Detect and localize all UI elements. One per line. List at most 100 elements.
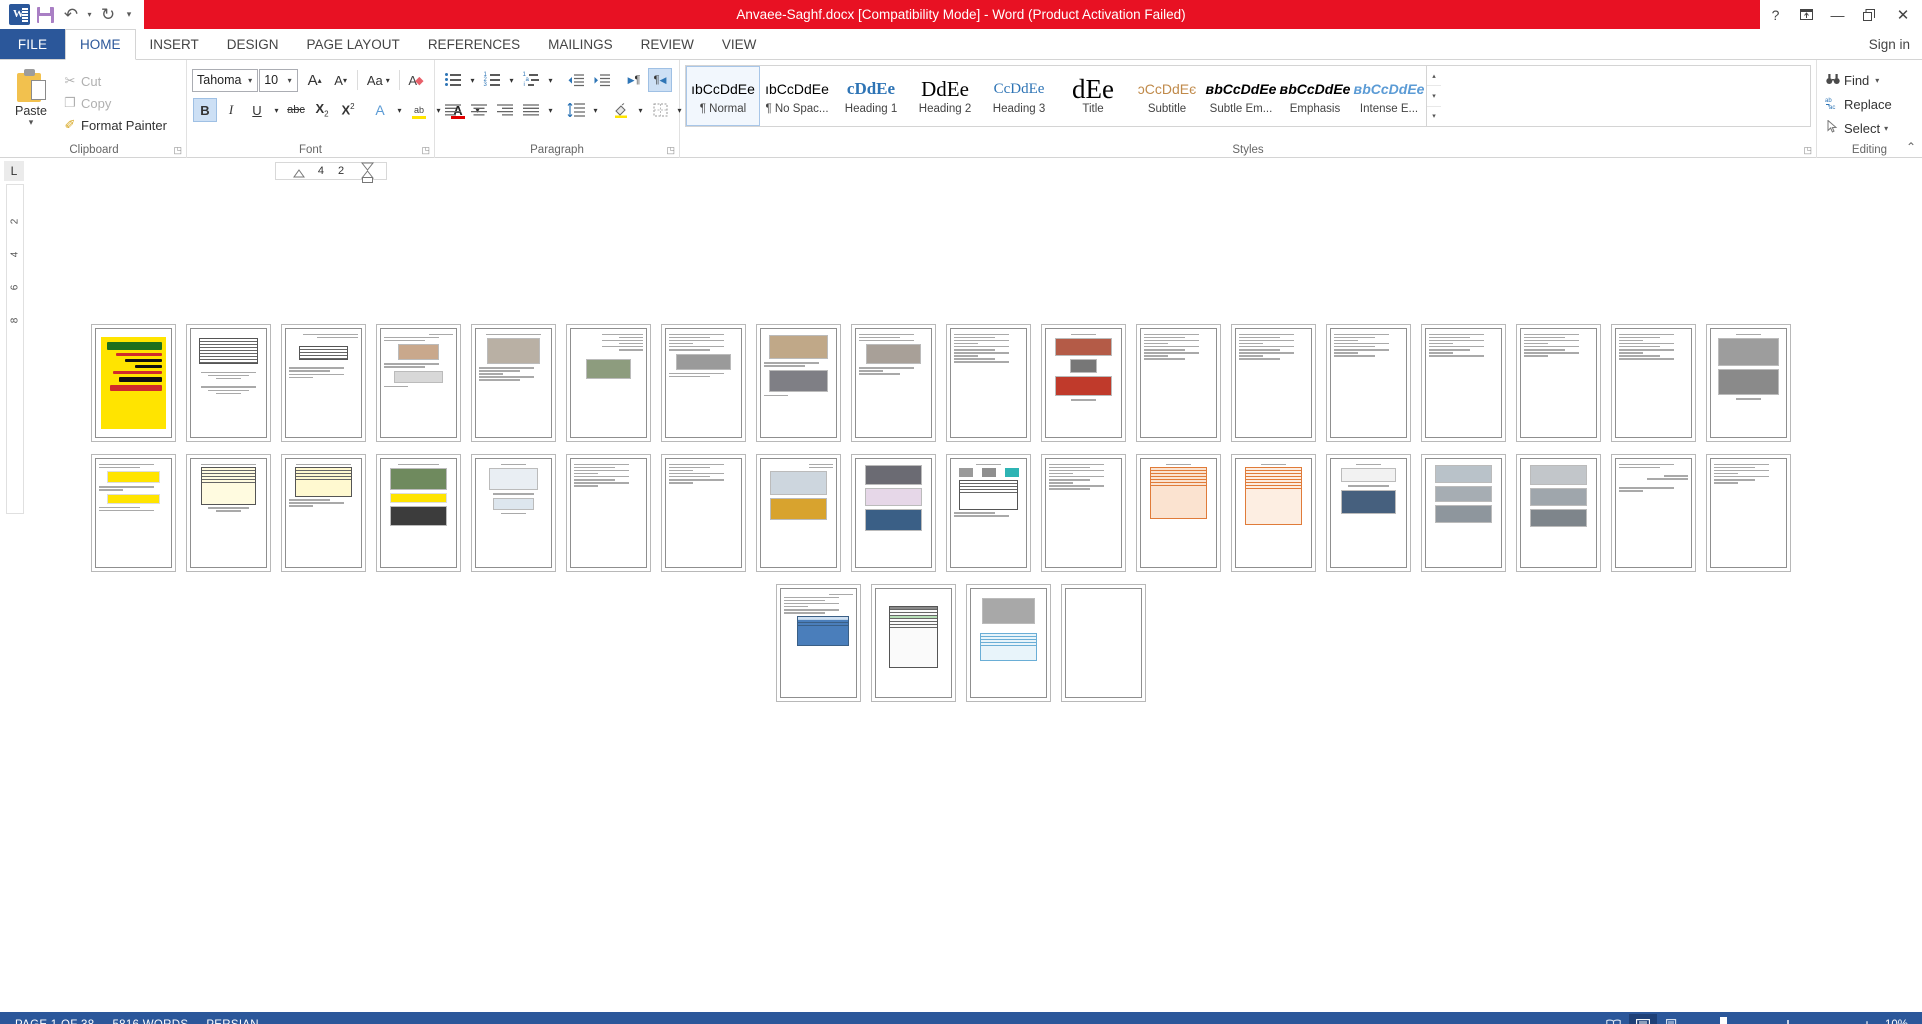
bullets-button[interactable] <box>441 68 465 92</box>
page-thumbnail[interactable] <box>1421 454 1506 572</box>
shading-button[interactable] <box>609 98 633 122</box>
page-thumbnail[interactable] <box>186 324 271 442</box>
align-center-button[interactable] <box>467 98 491 122</box>
zoom-in-button[interactable]: + <box>1858 1017 1876 1024</box>
style-emphasis[interactable]: ʙbCcDdEe Emphasis <box>1278 66 1352 126</box>
page-thumbnail[interactable] <box>1326 324 1411 442</box>
document-canvas[interactable]: 2 4 6 8 <box>0 184 1922 1012</box>
page-thumbnail[interactable] <box>661 324 746 442</box>
page-thumbnail[interactable] <box>1706 454 1791 572</box>
find-caret-icon[interactable]: ▾ <box>1875 76 1879 85</box>
page-thumbnail[interactable] <box>946 324 1031 442</box>
italic-button[interactable]: I <box>219 98 243 122</box>
decrease-indent-button[interactable] <box>564 68 588 92</box>
tab-page-layout[interactable]: PAGE LAYOUT <box>293 29 414 59</box>
left-to-right-button[interactable]: ▶ ¶ <box>622 68 646 92</box>
zoom-percentage[interactable]: 10% <box>1876 1019 1916 1024</box>
restore-icon[interactable] <box>1853 0 1884 29</box>
redo-icon[interactable]: ↻ <box>95 0 121 29</box>
first-line-indent-marker[interactable] <box>292 168 306 182</box>
tab-home[interactable]: HOME <box>65 29 136 60</box>
format-painter-button[interactable]: ✐ Format Painter <box>59 114 173 136</box>
sign-in-link[interactable]: Sign in <box>1869 29 1910 60</box>
numbering-caret-icon[interactable]: ▾ <box>506 68 517 92</box>
minimize-icon[interactable]: — <box>1822 0 1853 29</box>
page-thumbnail[interactable] <box>376 324 461 442</box>
word-app-icon[interactable] <box>6 0 32 29</box>
style-normal[interactable]: ıbCcDdEe ¶ Normal <box>686 66 760 126</box>
styles-more-icon[interactable]: ▾ <box>1427 107 1441 126</box>
page-thumbnail[interactable] <box>91 454 176 572</box>
multilevel-caret-icon[interactable]: ▾ <box>545 68 556 92</box>
text-effects-caret-icon[interactable]: ▾ <box>394 98 405 122</box>
style-heading-1[interactable]: cDdEe Heading 1 <box>834 66 908 126</box>
style-subtitle[interactable]: ɔCcDdEє Subtitle <box>1130 66 1204 126</box>
web-layout-icon[interactable] <box>1659 1014 1687 1024</box>
shading-caret-icon[interactable]: ▾ <box>635 98 646 122</box>
underline-button[interactable]: U <box>245 98 269 122</box>
page-thumbnail[interactable] <box>281 324 366 442</box>
zoom-out-button[interactable]: − <box>1698 1017 1716 1024</box>
page-thumbnail[interactable] <box>1421 324 1506 442</box>
print-layout-icon[interactable] <box>1629 1014 1657 1024</box>
vertical-ruler[interactable]: 2 4 6 8 <box>6 184 24 514</box>
page-thumbnail[interactable] <box>946 454 1031 572</box>
page-thumbnail[interactable] <box>1516 454 1601 572</box>
help-icon[interactable]: ? <box>1760 0 1791 29</box>
close-icon[interactable]: ✕ <box>1884 0 1922 29</box>
font-name-combo[interactable]: Tahoma ▾ <box>192 68 259 92</box>
line-spacing-caret-icon[interactable]: ▾ <box>590 98 601 122</box>
style-intense-emphasis[interactable]: ʙbCcDdEe Intense E... <box>1352 66 1426 126</box>
strikethrough-button[interactable]: abc <box>284 98 308 122</box>
page-thumbnail[interactable] <box>1041 454 1126 572</box>
page-thumbnail[interactable] <box>566 454 651 572</box>
paste-caret-icon[interactable]: ▾ <box>29 118 34 127</box>
font-size-combo[interactable]: 10 ▾ <box>259 68 298 92</box>
page-thumbnail[interactable] <box>566 324 651 442</box>
page-thumbnail[interactable] <box>1061 584 1146 702</box>
paragraph-dialog-launcher-icon[interactable]: ◳ <box>666 145 675 156</box>
undo-icon[interactable]: ↶ <box>58 0 84 29</box>
select-button[interactable]: Select ▾ <box>1822 116 1917 140</box>
cut-button[interactable]: ✂ Cut <box>59 70 173 92</box>
copy-button[interactable]: ❐ Copy <box>59 92 173 114</box>
zoom-slider-thumb[interactable] <box>1720 1016 1727 1024</box>
language-indicator[interactable]: PERSIAN <box>197 1019 268 1024</box>
page-thumbnail[interactable] <box>1231 324 1316 442</box>
styles-dialog-launcher-icon[interactable]: ◳ <box>1803 145 1812 156</box>
line-spacing-button[interactable] <box>564 98 588 122</box>
save-icon[interactable] <box>32 0 58 29</box>
select-caret-icon[interactable]: ▾ <box>1884 124 1888 133</box>
page-thumbnail[interactable] <box>756 454 841 572</box>
collapse-ribbon-icon[interactable]: ⌃ <box>1906 140 1916 154</box>
styles-gallery-scrollbar[interactable]: ▴ ▾ ▾ <box>1426 66 1441 126</box>
subscript-button[interactable]: X2 <box>310 98 334 122</box>
tab-review[interactable]: REVIEW <box>627 29 708 59</box>
clear-formatting-button[interactable]: A ◆ <box>404 68 428 92</box>
page-thumbnail[interactable] <box>376 454 461 572</box>
style-heading-2[interactable]: DdEe Heading 2 <box>908 66 982 126</box>
bold-button[interactable]: B <box>193 98 217 122</box>
page-thumbnail[interactable] <box>1136 324 1221 442</box>
style-no-spacing[interactable]: ıbCcDdEe ¶ No Spac... <box>760 66 834 126</box>
page-thumbnail[interactable] <box>851 454 936 572</box>
page-thumbnail[interactable] <box>471 454 556 572</box>
page-thumbnail[interactable] <box>1326 454 1411 572</box>
change-case-button[interactable]: Aa ▾ <box>361 68 395 92</box>
numbering-button[interactable]: 123 <box>480 68 504 92</box>
page-thumbnail[interactable] <box>776 584 861 702</box>
page-thumbnail[interactable] <box>966 584 1051 702</box>
undo-dropdown-caret-icon[interactable]: ▾ <box>84 0 95 29</box>
page-indicator[interactable]: PAGE 1 OF 38 <box>6 1019 103 1024</box>
read-mode-icon[interactable] <box>1599 1014 1627 1024</box>
style-heading-3[interactable]: CcDdEe Heading 3 <box>982 66 1056 126</box>
page-thumbnail[interactable] <box>756 324 841 442</box>
page-thumbnail[interactable] <box>1611 324 1696 442</box>
tab-references[interactable]: REFERENCES <box>414 29 534 59</box>
tab-design[interactable]: DESIGN <box>213 29 293 59</box>
tab-stop-selector[interactable]: L <box>4 161 24 181</box>
style-title[interactable]: dEe Title <box>1056 66 1130 126</box>
page-thumbnail[interactable] <box>1516 324 1601 442</box>
find-button[interactable]: Find ▾ <box>1822 68 1917 92</box>
style-subtle-emphasis[interactable]: ʙbCcDdEe Subtle Em... <box>1204 66 1278 126</box>
